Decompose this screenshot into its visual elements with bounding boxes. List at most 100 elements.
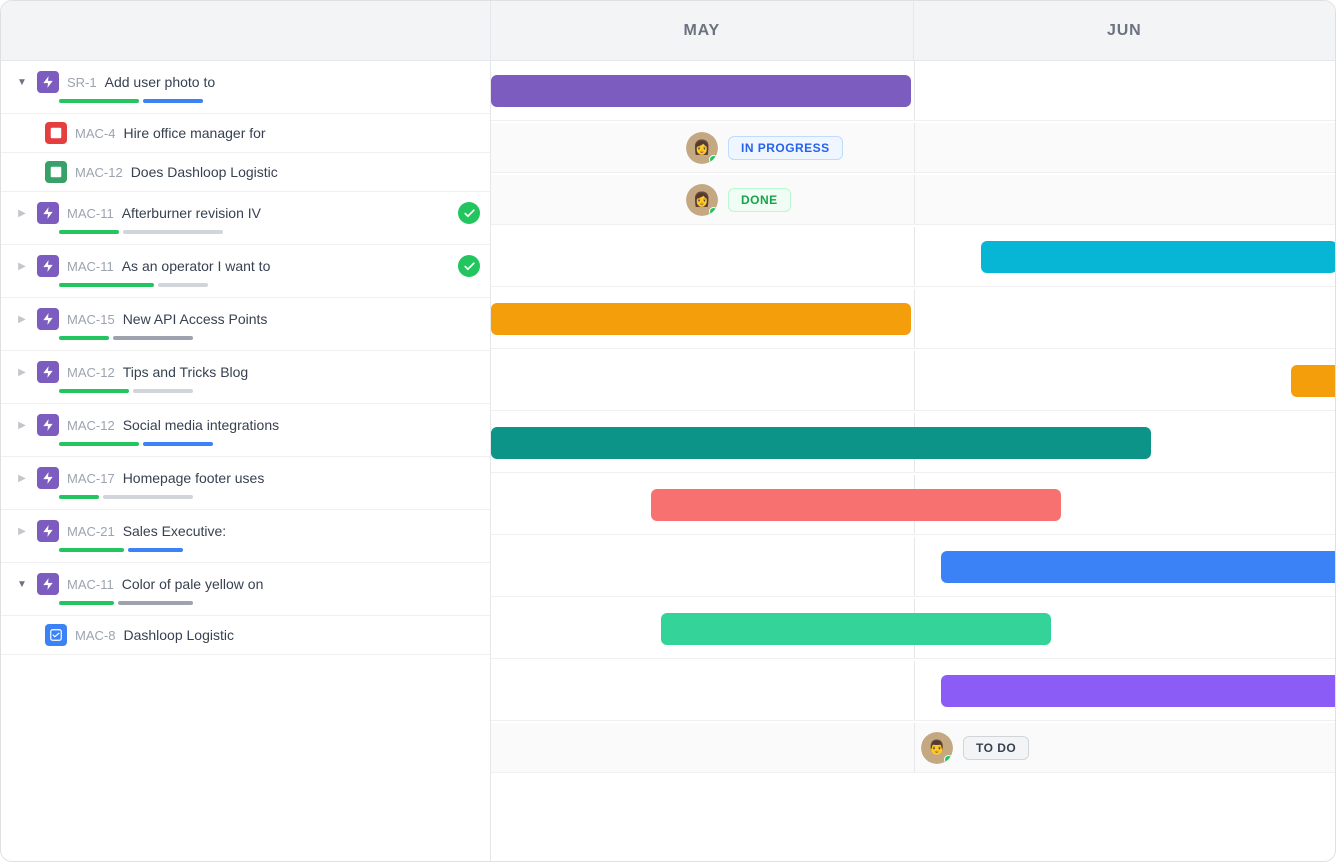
gantt-bar[interactable] bbox=[491, 303, 911, 335]
progress-bar bbox=[59, 283, 480, 287]
check-badge bbox=[458, 202, 480, 224]
epic-icon bbox=[37, 202, 59, 224]
gantt-child-row: 👩 IN PROGRESS bbox=[491, 123, 1335, 173]
status-badge: IN PROGRESS bbox=[728, 136, 843, 160]
gantt-epic-row bbox=[491, 475, 1335, 535]
epic-code: MAC-11 bbox=[67, 206, 114, 221]
month-divider bbox=[914, 123, 915, 172]
avatar: 👨 bbox=[921, 732, 953, 764]
status-badge: TO DO bbox=[963, 736, 1029, 760]
avatar-online-dot bbox=[944, 755, 953, 764]
progress-bar bbox=[59, 389, 480, 393]
epic-icon bbox=[37, 414, 59, 436]
month-divider bbox=[914, 227, 915, 286]
status-badge: DONE bbox=[728, 188, 791, 212]
gantt-bar[interactable] bbox=[491, 427, 1151, 459]
gantt-epic-row bbox=[491, 351, 1335, 411]
child-gantt-content: 👩 DONE bbox=[686, 184, 791, 216]
epic-row[interactable]: ▶ MAC-11 As an operator I want to bbox=[1, 245, 490, 298]
chevron-icon[interactable]: ▶ bbox=[15, 365, 29, 379]
epic-title: Afterburner revision IV bbox=[122, 205, 261, 221]
epic-row-main: ▼MAC-11Color of pale yellow on bbox=[15, 573, 480, 595]
epic-code: MAC-17 bbox=[67, 471, 115, 486]
epic-code: MAC-11 bbox=[67, 259, 114, 274]
epic-title: Tips and Tricks Blog bbox=[123, 364, 249, 380]
month-col-jun: JUN bbox=[914, 1, 1336, 60]
chevron-icon[interactable]: ▶ bbox=[15, 312, 29, 326]
child-title: Hire office manager for bbox=[123, 125, 265, 141]
epic-row[interactable]: ▼SR-1Add user photo to bbox=[1, 61, 490, 114]
chevron-icon[interactable]: ▼ bbox=[15, 75, 29, 89]
avatar-online-dot bbox=[709, 155, 718, 164]
gantt-bar[interactable] bbox=[491, 75, 911, 107]
month-divider bbox=[914, 289, 915, 348]
progress-bar bbox=[59, 601, 480, 605]
epic-row[interactable]: ▶MAC-21Sales Executive: bbox=[1, 510, 490, 563]
gantt-bar[interactable] bbox=[981, 241, 1335, 273]
chevron-icon[interactable]: ▶ bbox=[15, 206, 29, 220]
chevron-icon[interactable]: ▼ bbox=[15, 577, 29, 591]
gantt-epic-row bbox=[491, 537, 1335, 597]
epic-row-main: ▶ MAC-12 Social media integrations bbox=[15, 414, 480, 436]
epic-row[interactable]: ▶MAC-17Homepage footer uses bbox=[1, 457, 490, 510]
chevron-icon[interactable]: ▶ bbox=[15, 418, 29, 432]
gantt-epic-row bbox=[491, 227, 1335, 287]
epic-row-main: ▶MAC-21Sales Executive: bbox=[15, 520, 480, 542]
child-row[interactable]: MAC-4Hire office manager for bbox=[1, 114, 490, 153]
gantt-body: 👩 IN PROGRESS 👩 DONE 👨 TO DO bbox=[491, 61, 1335, 861]
gantt-bar[interactable] bbox=[941, 551, 1335, 583]
epic-code: MAC-12 bbox=[67, 418, 115, 433]
gantt-bar[interactable] bbox=[1291, 365, 1335, 397]
epic-code: SR-1 bbox=[67, 75, 97, 90]
epic-row-main: ▼SR-1Add user photo to bbox=[15, 71, 480, 93]
month-divider bbox=[914, 351, 915, 410]
child-title: Does Dashloop Logistic bbox=[131, 164, 278, 180]
epic-code: MAC-11 bbox=[67, 577, 114, 592]
left-header bbox=[1, 1, 490, 61]
avatar: 👩 bbox=[686, 184, 718, 216]
epic-title: Social media integrations bbox=[123, 417, 279, 433]
epic-icon bbox=[37, 255, 59, 277]
epic-row[interactable]: ▶ MAC-11 Afterburner revision IV bbox=[1, 192, 490, 245]
child-row-main: MAC-8 Dashloop Logistic bbox=[45, 624, 480, 646]
gantt-header: MAYJUN bbox=[491, 1, 1335, 61]
child-title: Dashloop Logistic bbox=[123, 627, 234, 643]
progress-bar bbox=[59, 336, 480, 340]
chevron-icon[interactable]: ▶ bbox=[15, 471, 29, 485]
child-gantt-content: 👨 TO DO bbox=[921, 732, 1029, 764]
child-code: MAC-8 bbox=[75, 628, 115, 643]
epic-icon bbox=[37, 308, 59, 330]
chevron-icon[interactable]: ▶ bbox=[15, 524, 29, 538]
epic-row[interactable]: ▶ MAC-12 Tips and Tricks Blog bbox=[1, 351, 490, 404]
gantt-bar[interactable] bbox=[661, 613, 1051, 645]
month-divider bbox=[914, 537, 915, 596]
gantt-bar[interactable] bbox=[651, 489, 1061, 521]
epic-row[interactable]: ▶ MAC-12 Social media integrations bbox=[1, 404, 490, 457]
child-row-main: MAC-12Does Dashloop Logistic bbox=[45, 161, 480, 183]
gantt-epic-row bbox=[491, 289, 1335, 349]
epic-row-main: ▶MAC-17Homepage footer uses bbox=[15, 467, 480, 489]
progress-bar bbox=[59, 442, 480, 446]
progress-bar bbox=[59, 99, 480, 103]
gantt-child-row: 👨 TO DO bbox=[491, 723, 1335, 773]
progress-bar bbox=[59, 495, 480, 499]
epic-row-main: ▶ MAC-12 Tips and Tricks Blog bbox=[15, 361, 480, 383]
epic-row[interactable]: ▼MAC-11Color of pale yellow on bbox=[1, 563, 490, 616]
month-divider bbox=[914, 661, 915, 720]
month-divider bbox=[914, 61, 915, 120]
epic-title: New API Access Points bbox=[123, 311, 268, 327]
epic-title: As an operator I want to bbox=[122, 258, 271, 274]
child-row[interactable]: MAC-8 Dashloop Logistic bbox=[1, 616, 490, 655]
month-col-may: MAY bbox=[491, 1, 914, 60]
avatar-wrapper: 👩 bbox=[686, 184, 718, 216]
month-divider bbox=[914, 723, 915, 772]
child-row[interactable]: MAC-12Does Dashloop Logistic bbox=[1, 153, 490, 192]
gantt-bar[interactable] bbox=[941, 675, 1335, 707]
child-icon bbox=[45, 624, 67, 646]
epic-row[interactable]: ▶MAC-15New API Access Points bbox=[1, 298, 490, 351]
avatar: 👩 bbox=[686, 132, 718, 164]
avatar-wrapper: 👩 bbox=[686, 132, 718, 164]
epic-code: MAC-12 bbox=[67, 365, 115, 380]
epic-row-main: ▶ MAC-11 As an operator I want to bbox=[15, 255, 480, 277]
chevron-icon[interactable]: ▶ bbox=[15, 259, 29, 273]
